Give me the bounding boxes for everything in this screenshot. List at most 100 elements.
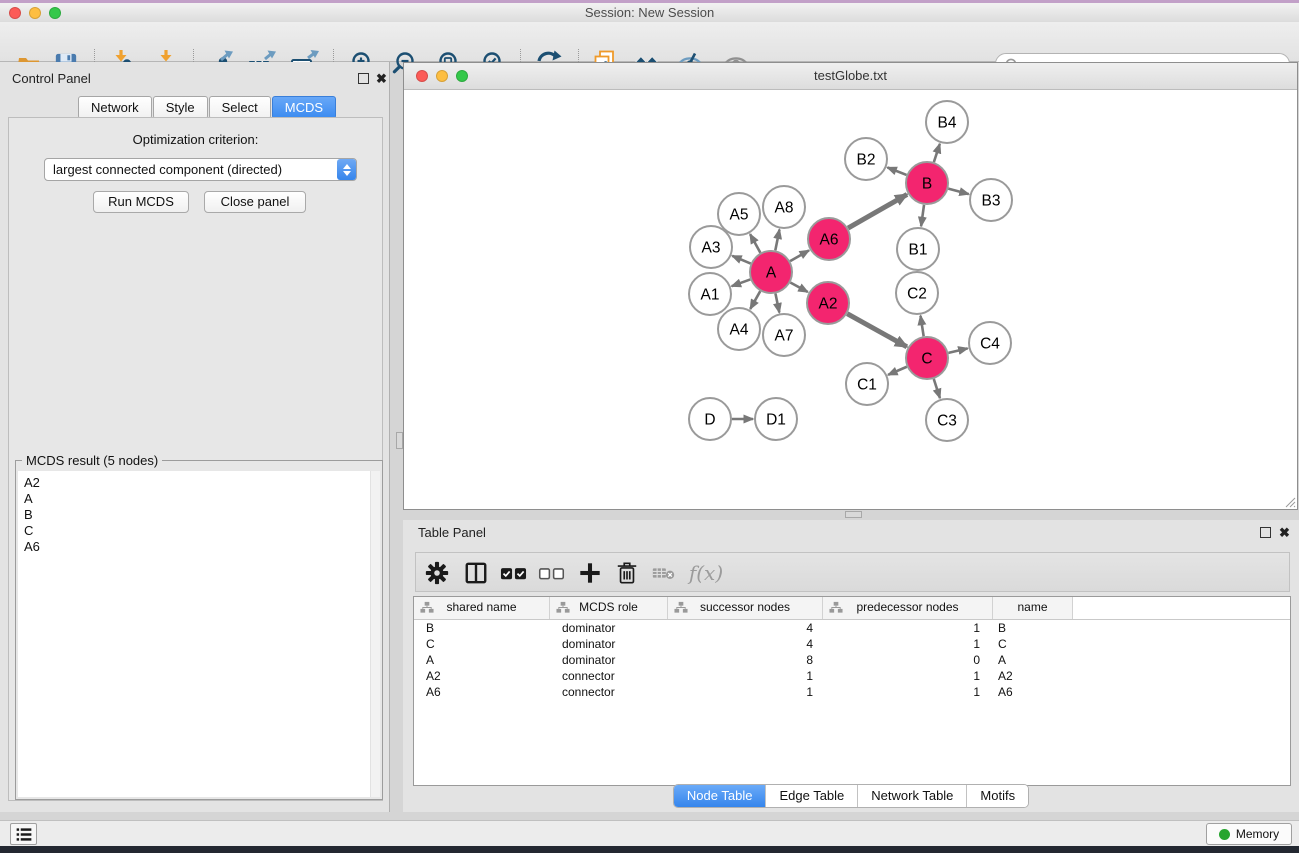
graph-edge-C-C3[interactable]: [934, 379, 940, 398]
graph-node-label: D1: [766, 412, 786, 429]
app-titlebar: Session: New Session: [0, 3, 1299, 22]
column-header-shared-name[interactable]: shared name: [414, 597, 550, 619]
graph-node-label: B3: [982, 193, 1001, 210]
memory-button[interactable]: Memory: [1206, 823, 1292, 845]
graph-node-label: A2: [819, 296, 838, 313]
minimize-window-button[interactable]: [29, 7, 41, 19]
result-item[interactable]: A6: [18, 539, 380, 555]
close-window-button[interactable]: [416, 70, 428, 82]
tab-select[interactable]: Select: [209, 96, 271, 119]
table-body: Bdominator 41 B Cdominator 41 C Adominat…: [414, 620, 1290, 700]
graph-edge-C-C1[interactable]: [888, 367, 907, 375]
table-toolbar: f(x): [415, 552, 1290, 592]
graph-node-label: B2: [857, 152, 876, 169]
table-row[interactable]: Bdominator 41 B: [414, 620, 1290, 636]
table-tabs: Node Table Edge Table Network Table Moti…: [403, 784, 1299, 808]
column-header-name[interactable]: name: [993, 597, 1073, 619]
tab-motifs[interactable]: Motifs: [967, 785, 1028, 807]
close-panel-icon[interactable]: ✖: [376, 73, 387, 84]
graph-edge-A-A1[interactable]: [732, 279, 751, 286]
header-filler: [1073, 597, 1290, 619]
delete-column-button[interactable]: [612, 558, 642, 588]
panel-splitter-handle[interactable]: [845, 511, 862, 518]
float-panel-icon[interactable]: [358, 73, 369, 84]
graph-node-label: C: [921, 351, 932, 368]
network-column-icon: [674, 601, 688, 614]
zoom-window-button[interactable]: [456, 70, 468, 82]
show-columns-button[interactable]: [461, 558, 491, 588]
graph-node-label: A3: [702, 240, 721, 257]
network-window-controls: [416, 70, 468, 82]
network-column-icon: [556, 601, 570, 614]
close-window-button[interactable]: [9, 7, 21, 19]
select-all-columns-button[interactable]: [498, 558, 528, 588]
graph-edge-C-C4[interactable]: [948, 348, 967, 353]
network-title: testGlobe.txt: [404, 63, 1297, 89]
control-panel-tabs: Network Style Select MCDS: [78, 96, 336, 119]
network-column-icon: [420, 601, 434, 614]
create-column-button[interactable]: [575, 558, 605, 588]
table-header-row: shared name MCDS role successor nodes: [414, 597, 1290, 620]
table-panel: Table Panel ✖: [403, 520, 1299, 812]
graph-edge-B-B3[interactable]: [948, 189, 969, 194]
result-item[interactable]: C: [18, 523, 380, 539]
graph-edge-B-B2[interactable]: [887, 167, 906, 175]
run-mcds-button[interactable]: Run MCDS: [93, 191, 189, 213]
result-item[interactable]: B: [18, 507, 380, 523]
desktop-background-strip: [0, 846, 1299, 853]
zoom-window-button[interactable]: [49, 7, 61, 19]
graph-edge-B-B1[interactable]: [921, 205, 924, 226]
table-settings-button[interactable]: [422, 558, 452, 588]
column-header-successor-nodes[interactable]: successor nodes: [668, 597, 823, 619]
tab-edge-table[interactable]: Edge Table: [766, 785, 858, 807]
list-icon: [15, 826, 33, 843]
graph-edge-A-A7[interactable]: [775, 294, 779, 313]
table-row[interactable]: A2connector 11 A2: [414, 668, 1290, 684]
tab-mcds[interactable]: MCDS: [272, 96, 336, 119]
tab-network[interactable]: Network: [78, 96, 152, 119]
column-header-mcds-role[interactable]: MCDS role: [550, 597, 668, 619]
panel-splitter-handle[interactable]: [396, 432, 403, 449]
table-row[interactable]: A6connector 11 A6: [414, 684, 1290, 700]
unselect-all-columns-button[interactable]: [536, 558, 566, 588]
graph-edge-A-A5[interactable]: [750, 234, 760, 253]
graph-edge-C-C2[interactable]: [920, 316, 923, 337]
graph-edge-A-A3[interactable]: [732, 256, 750, 264]
control-panel: Control Panel ✖ Network Style Select MCD…: [0, 62, 390, 812]
network-canvas[interactable]: B4B2BB3B1A5A8A6A3AA1A2C2A4A7C4CC1C3DD1: [404, 90, 1297, 509]
graph-node-label: A7: [775, 328, 794, 345]
float-panel-icon[interactable]: [1260, 527, 1271, 538]
close-panel-icon[interactable]: ✖: [1279, 527, 1290, 538]
tab-node-table[interactable]: Node Table: [674, 785, 767, 807]
graph-edge-B-B4[interactable]: [934, 144, 940, 162]
table-row[interactable]: Adominator 80 A: [414, 652, 1290, 668]
minimize-window-button[interactable]: [436, 70, 448, 82]
criterion-dropdown[interactable]: largest connected component (directed): [44, 158, 357, 181]
task-history-button[interactable]: [10, 823, 37, 845]
graph-edge-A2-C[interactable]: [847, 314, 907, 347]
tab-style[interactable]: Style: [153, 96, 208, 119]
graph-node-label: A1: [701, 287, 720, 304]
node-table: shared name MCDS role successor nodes: [413, 596, 1291, 786]
close-panel-button[interactable]: Close panel: [204, 191, 306, 213]
window-resize-grip[interactable]: [1283, 495, 1296, 508]
result-scrollbar[interactable]: [370, 471, 380, 797]
result-item[interactable]: A: [18, 491, 380, 507]
network-graph: B4B2BB3B1A5A8A6A3AA1A2C2A4A7C4CC1C3DD1: [404, 90, 1297, 510]
result-item[interactable]: A2: [18, 471, 380, 491]
tab-network-table[interactable]: Network Table: [858, 785, 967, 807]
plus-icon: [578, 561, 602, 585]
graph-node-label: A: [766, 265, 777, 282]
graph-edge-A6-B[interactable]: [848, 194, 907, 228]
graph-node-label: C3: [937, 413, 957, 430]
graph-edge-A-A2[interactable]: [790, 283, 807, 293]
table-panel-title: Table Panel: [418, 525, 486, 540]
column-header-predecessor-nodes[interactable]: predecessor nodes: [823, 597, 993, 619]
graph-edge-A-A4[interactable]: [750, 291, 760, 309]
graph-edge-A-A8[interactable]: [775, 230, 779, 251]
graph-edge-A-A6[interactable]: [790, 250, 809, 261]
session-title: Session: New Session: [0, 3, 1299, 22]
mcds-result-title: MCDS result (5 nodes): [22, 453, 162, 468]
main-toolbar: [0, 22, 1299, 62]
table-row[interactable]: Cdominator 41 C: [414, 636, 1290, 652]
